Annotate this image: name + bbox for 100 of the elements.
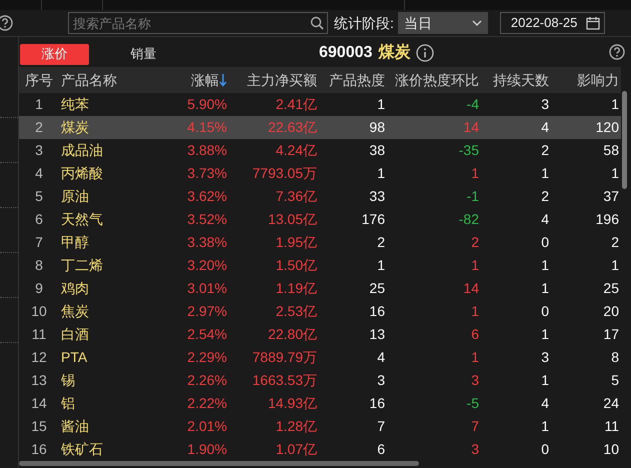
table-cell-text: 3.20% (186, 256, 228, 275)
column-header[interactable]: 产品热度 (319, 67, 387, 93)
table-cell: 1 (319, 93, 387, 116)
table-cell-text: 1 (610, 256, 620, 275)
column-header[interactable]: 主力净买额 (229, 67, 319, 93)
tab[interactable]: 销量 (109, 44, 178, 64)
table-cell: -1 (466, 188, 479, 204)
table-cell-text: 16 (30, 440, 48, 459)
table-row[interactable]: 14 铝 2.22% 14.93亿 16 -5 4 24 (19, 392, 621, 415)
table-cell-text: 1 (540, 164, 550, 183)
table-cell-text: 6 (34, 210, 44, 229)
column-header[interactable]: 持续天数 (481, 67, 551, 93)
tab[interactable]: 涨价 (20, 44, 89, 64)
table-cell-text: 2.54% (186, 325, 228, 344)
table-cell-text: 铝 (60, 394, 76, 413)
table-cell-text: 7 (376, 417, 386, 436)
table-cell-text: 0 (540, 302, 550, 321)
table-cell-text: 14.93亿 (266, 394, 318, 413)
table-cell: 1 (19, 93, 59, 116)
sort-descending-icon[interactable] (219, 72, 227, 86)
table-row[interactable]: 10 焦炭 2.97% 2.53亿 16 1 0 20 (19, 300, 621, 323)
table-row[interactable]: 7 甲醇 3.38% 1.95亿 2 2 0 2 (19, 231, 621, 254)
table-cell: 1 (471, 257, 479, 273)
search-field[interactable]: 搜索产品名称 (68, 12, 328, 34)
help-icon[interactable] (609, 44, 625, 60)
table-row[interactable]: 13 锡 2.26% 1663.53万 3 3 1 5 (19, 369, 621, 392)
table-row[interactable]: 15 酱油 2.01% 1.28亿 7 7 1 11 (19, 415, 621, 438)
table-cell-text: 37 (602, 187, 620, 206)
column-header[interactable]: 序号 (19, 67, 59, 93)
table-cell-text: 13.05亿 (266, 210, 318, 229)
table-cell: 纯苯 (59, 93, 169, 116)
table-cell-text: 2 (376, 233, 386, 252)
table-cell: 2 (19, 116, 59, 139)
table-cell: 2.41亿 (229, 93, 319, 116)
table-cell-text: 2.53亿 (274, 302, 318, 321)
table-cell: 38 (319, 139, 387, 162)
info-icon[interactable] (416, 44, 434, 62)
table-cell-text: 1.19亿 (274, 279, 318, 298)
table-row[interactable]: 9 鸡肉 3.01% 1.19亿 25 14 1 25 (19, 277, 621, 300)
table-cell: -35 (458, 142, 479, 158)
table-cell-text: 16 (368, 394, 386, 413)
table-cell-text: 丁二烯 (60, 256, 104, 275)
table-cell: 4.24亿 (229, 139, 319, 162)
period-dropdown[interactable]: 当日 (398, 12, 488, 34)
table-cell-text: 1.07亿 (274, 440, 318, 459)
table-cell: 1 (551, 93, 621, 116)
search-icon[interactable] (310, 16, 324, 30)
column-header[interactable]: 产品名称 (59, 67, 169, 93)
table-cell-text: 甲醇 (60, 233, 90, 252)
table-row[interactable]: 6 天然气 3.52% 13.05亿 176 -82 4 196 (19, 208, 621, 231)
table-cell-text: 1 (540, 417, 550, 436)
table-row[interactable]: 8 丁二烯 3.20% 1.50亿 1 1 1 1 (19, 254, 621, 277)
table-cell-text: 14 (30, 394, 48, 413)
table-cell-text: 酱油 (60, 417, 90, 436)
column-header[interactable]: 涨价热度环比 (387, 67, 481, 93)
table-row[interactable]: 1 纯苯 5.90% 2.41亿 1 -4 3 1 (19, 93, 621, 116)
table-cell: -82 (458, 211, 479, 227)
table-cell-text: 4 (34, 164, 44, 183)
table-cell-text: 5 (34, 187, 44, 206)
table-cell: 1 (471, 349, 479, 365)
table-cell: 14 (463, 119, 479, 135)
table-row[interactable]: 16 铁矿石 1.90% 1.07亿 6 3 0 10 (19, 438, 621, 461)
table-row[interactable]: 12 PTA 2.29% 7889.79万 4 1 3 8 (19, 346, 621, 369)
table-row[interactable]: 4 丙烯酸 3.73% 7793.05万 1 1 1 1 (19, 162, 621, 185)
table-cell: 3 (481, 93, 551, 116)
table-row[interactable]: 3 成品油 3.88% 4.24亿 38 -35 2 58 (19, 139, 621, 162)
table-cell: 5.90% (169, 93, 229, 116)
table-cell: 3 (471, 372, 479, 388)
chevron-down-icon (472, 20, 482, 26)
date-field[interactable]: 2022-08-25 (500, 12, 605, 34)
table-cell-text: 20 (602, 302, 620, 321)
table-cell-text: 1 (540, 371, 550, 390)
table-cell-text: 9 (34, 279, 44, 298)
table-cell-text: 铁矿石 (60, 440, 104, 459)
table-row[interactable]: 11 白酒 2.54% 22.80亿 13 6 1 17 (19, 323, 621, 346)
table-cell-text: 8 (610, 348, 620, 367)
horizontal-scrollbar[interactable] (19, 461, 419, 466)
table-row[interactable]: 5 原油 3.62% 7.36亿 33 -1 2 37 (19, 185, 621, 208)
table-cell-text: 3.52% (186, 210, 228, 229)
table-cell-text: 12 (30, 348, 48, 367)
table-cell: 3.88% (169, 139, 229, 162)
help-icon[interactable] (0, 15, 13, 31)
column-header[interactable]: 涨幅 (169, 67, 229, 93)
table-cell-text: PTA (60, 348, 88, 367)
table-cell-text: 鸡肉 (60, 279, 90, 298)
table-cell: 22.63亿 (229, 116, 319, 139)
table-cell: 58 (551, 139, 621, 162)
table-cell-text: 176 (360, 210, 386, 229)
table-cell: 1 (471, 303, 479, 319)
table-cell: 3 (19, 139, 59, 162)
table-cell-text: 4 (540, 210, 550, 229)
table-cell-text: 7 (34, 233, 44, 252)
table-cell-text: 1.95亿 (274, 233, 318, 252)
calendar-icon[interactable] (586, 16, 600, 30)
table-cell-text: 1.50亿 (274, 256, 318, 275)
table-cell-text: 3.62% (186, 187, 228, 206)
column-header[interactable]: 影响力 (551, 67, 621, 93)
table-cell-text: 2 (540, 187, 550, 206)
table-row[interactable]: 2 煤炭 4.15% 22.63亿 98 14 4 120 (19, 116, 621, 139)
vertical-scrollbar[interactable] (622, 91, 627, 189)
